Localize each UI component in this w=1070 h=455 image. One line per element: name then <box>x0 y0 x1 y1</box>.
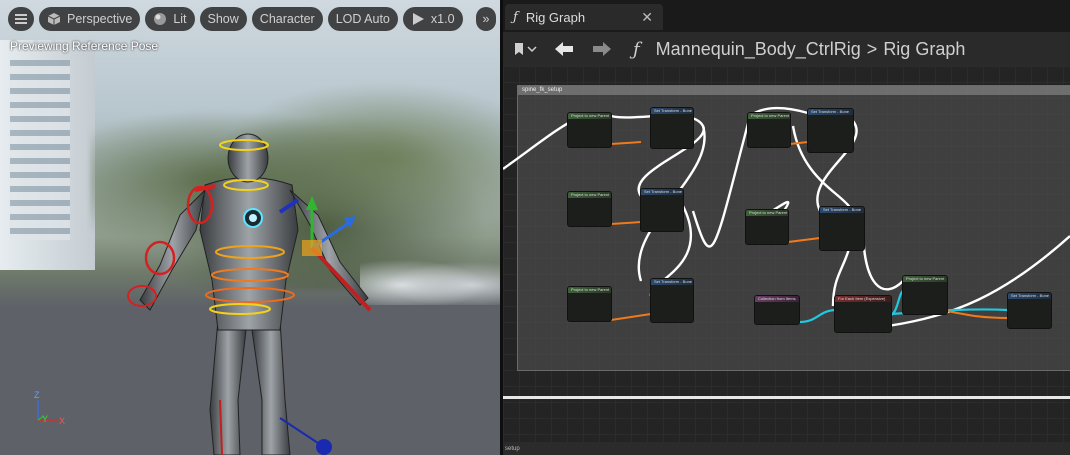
graph-node[interactable]: Project to new Parent <box>903 276 947 314</box>
axis-y-label: Y <box>42 414 48 424</box>
app-root: Perspective Lit Show Character LOD Auto … <box>0 0 1070 455</box>
graph-node[interactable]: Project to new Parent <box>568 113 611 147</box>
graph-node[interactable]: Project to new Parent <box>568 287 611 321</box>
node-header: Set Transform - Bone <box>1008 293 1051 299</box>
graph-node[interactable]: Project to new Parent <box>748 113 790 147</box>
character-button[interactable]: Character <box>251 7 323 31</box>
comment-box-bottom[interactable] <box>503 442 1070 455</box>
bookmark-icon[interactable] <box>513 41 537 57</box>
rig-graph-panel: ƒ Rig Graph ✕ ƒ Mannequin_Body_CtrlRig >… <box>503 0 1070 455</box>
node-header: Collection from Items <box>755 296 799 302</box>
node-header: Project to new Parent <box>748 113 790 119</box>
lit-label: Lit <box>173 12 187 26</box>
graph-canvas[interactable]: spine_fk_setup Project to new Parent Set… <box>503 66 1070 455</box>
breadcrumb-separator: > <box>866 38 878 59</box>
graph-node[interactable]: Set Transform - Bone <box>651 279 693 322</box>
show-label: Show <box>207 12 239 26</box>
arrow-right-icon[interactable] <box>591 41 613 57</box>
node-header: Set Transform - Bone <box>641 189 683 195</box>
wire <box>610 313 652 321</box>
graph-node[interactable]: Project to new Parent <box>746 210 788 244</box>
wire <box>610 141 642 145</box>
sphere-icon <box>154 13 167 25</box>
graph-node[interactable]: Set Transform - Bone <box>808 109 853 152</box>
play-speed-button[interactable]: x1.0 <box>402 7 463 31</box>
wire <box>798 308 836 324</box>
viewport[interactable]: Perspective Lit Show Character LOD Auto … <box>0 0 500 455</box>
wire <box>946 310 1009 319</box>
wire <box>789 141 809 145</box>
tab-strip: ƒ Rig Graph ✕ <box>503 0 1070 32</box>
node-header: Project to new Parent <box>903 276 947 282</box>
node-header: Project to new Parent <box>568 287 611 293</box>
function-icon: ƒ <box>633 38 640 60</box>
lod-label: LOD Auto <box>335 12 390 26</box>
node-header: Set Transform - Bone <box>808 109 853 115</box>
tab-rig-graph[interactable]: ƒ Rig Graph ✕ <box>505 4 663 30</box>
perspective-button[interactable]: Perspective <box>39 7 141 31</box>
wire <box>861 225 904 291</box>
graph-node[interactable]: For Each Item (Expensive) <box>835 296 891 332</box>
graph-nav-bar: ƒ Mannequin_Body_CtrlRig > Rig Graph <box>503 32 1070 66</box>
mannequin-character[interactable] <box>0 0 500 455</box>
graph-node[interactable]: Set Transform - Bone <box>641 189 683 231</box>
toolbar-overflow-label: » <box>482 12 490 26</box>
graph-node[interactable]: Set Transform - Bone <box>820 207 864 250</box>
toolbar-overflow-button[interactable]: » <box>476 7 496 31</box>
function-icon: ƒ <box>513 9 518 25</box>
node-header: Project to new Parent <box>568 113 611 119</box>
hamburger-icon <box>15 14 27 24</box>
wire <box>787 237 821 243</box>
node-header: Project to new Parent <box>568 192 611 198</box>
bottom-comment-title: setup <box>505 446 520 452</box>
arrow-left-icon[interactable] <box>553 41 575 57</box>
lit-button[interactable]: Lit <box>145 7 195 31</box>
axis-x-label: X <box>59 416 65 426</box>
node-header: Project to new Parent <box>746 210 788 216</box>
node-header: For Each Item (Expensive) <box>835 296 891 302</box>
perspective-label: Perspective <box>67 12 133 26</box>
play-icon <box>412 13 424 25</box>
graph-node[interactable]: Project to new Parent <box>568 192 611 226</box>
node-header: Set Transform - Bone <box>820 207 864 213</box>
axis-z-label: Z <box>34 390 40 400</box>
graph-node[interactable]: Set Transform - Bone <box>651 108 693 148</box>
node-header: Set Transform - Bone <box>651 279 693 285</box>
breadcrumb: ƒ Mannequin_Body_CtrlRig > Rig Graph <box>625 39 965 60</box>
viewport-status-text: Previewing Reference Pose <box>10 39 159 53</box>
character-label: Character <box>259 12 315 26</box>
axis-gizmo: Z Y X <box>34 390 65 426</box>
viewport-menu-button[interactable] <box>8 7 34 31</box>
node-header: Set Transform - Bone <box>651 108 693 114</box>
tab-title: Rig Graph <box>525 9 586 25</box>
close-icon[interactable]: ✕ <box>641 9 653 26</box>
breadcrumb-root[interactable]: Mannequin_Body_CtrlRig <box>656 39 861 60</box>
graph-wire-horizontal <box>503 396 1070 399</box>
graph-node[interactable]: Collection from Items <box>755 296 799 324</box>
cube-icon <box>47 13 61 25</box>
breadcrumb-leaf[interactable]: Rig Graph <box>883 39 965 60</box>
lod-button[interactable]: LOD Auto <box>327 7 398 31</box>
viewport-toolbar: Perspective Lit Show Character LOD Auto … <box>8 7 463 31</box>
wire <box>610 221 642 225</box>
show-button[interactable]: Show <box>199 7 247 31</box>
graph-node[interactable]: Set Transform - Bone <box>1008 293 1051 328</box>
play-speed-label: x1.0 <box>430 12 455 26</box>
